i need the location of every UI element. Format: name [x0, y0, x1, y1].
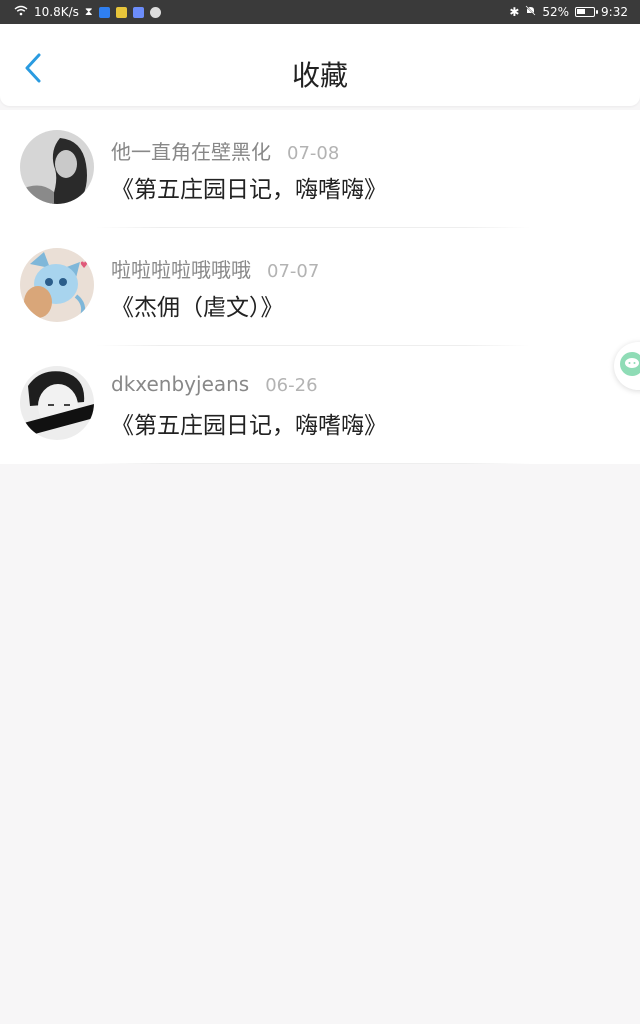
- post-title: 《第五庄园日记，嗨嗜嗨》: [111, 413, 387, 439]
- status-bar: 10.8K/s ⧗ ✱ 52% 9:32: [0, 0, 640, 24]
- post-date: 06-26: [265, 375, 318, 396]
- list-item[interactable]: 他一直角在壁黑化 07-08 《第五庄园日记，嗨嗜嗨》: [0, 110, 640, 228]
- header: 收藏: [0, 24, 640, 106]
- divider: [96, 463, 530, 464]
- battery-percent: 52%: [542, 5, 570, 19]
- mute-bell-icon: [525, 5, 536, 19]
- post-title: 《杰佣（虐文）》: [111, 295, 284, 321]
- app-notification-icon: [115, 6, 127, 18]
- favorites-list: 他一直角在壁黑化 07-08 《第五庄园日记，嗨嗜嗨》 ♥ 啦啦啦啦哦哦哦 07…: [0, 110, 640, 464]
- list-item[interactable]: ♥ 啦啦啦啦哦哦哦 07-07 《杰佣（虐文）》: [0, 228, 640, 346]
- page-title: 收藏: [291, 59, 348, 92]
- author-name: dkxenbyjeans: [111, 372, 250, 396]
- author-name: 他一直角在壁黑化: [111, 140, 271, 164]
- bluetooth-icon: ✱: [509, 5, 520, 19]
- app-notification-icon: [98, 6, 110, 18]
- net-speed: 10.8K/s: [34, 5, 79, 19]
- avatar: ♥: [20, 248, 94, 322]
- clock: 9:32: [601, 5, 628, 19]
- svg-text:♥: ♥: [80, 261, 88, 271]
- chat-bubble-icon: [620, 352, 640, 380]
- app-notification-icon: [132, 6, 144, 18]
- hourglass-icon: ⧗: [84, 5, 93, 18]
- author-name: 啦啦啦啦哦哦哦: [111, 258, 251, 282]
- post-date: 07-08: [287, 143, 340, 164]
- battery-icon: [575, 7, 599, 17]
- avatar: [20, 130, 94, 204]
- post-title: 《第五庄园日记，嗨嗜嗨》: [111, 177, 387, 203]
- wifi-icon: [14, 5, 28, 19]
- avatar: [20, 366, 94, 440]
- post-date: 07-07: [267, 261, 320, 282]
- list-item[interactable]: dkxenbyjeans 06-26 《第五庄园日记，嗨嗜嗨》: [0, 346, 640, 464]
- app-notification-icon: [149, 6, 161, 18]
